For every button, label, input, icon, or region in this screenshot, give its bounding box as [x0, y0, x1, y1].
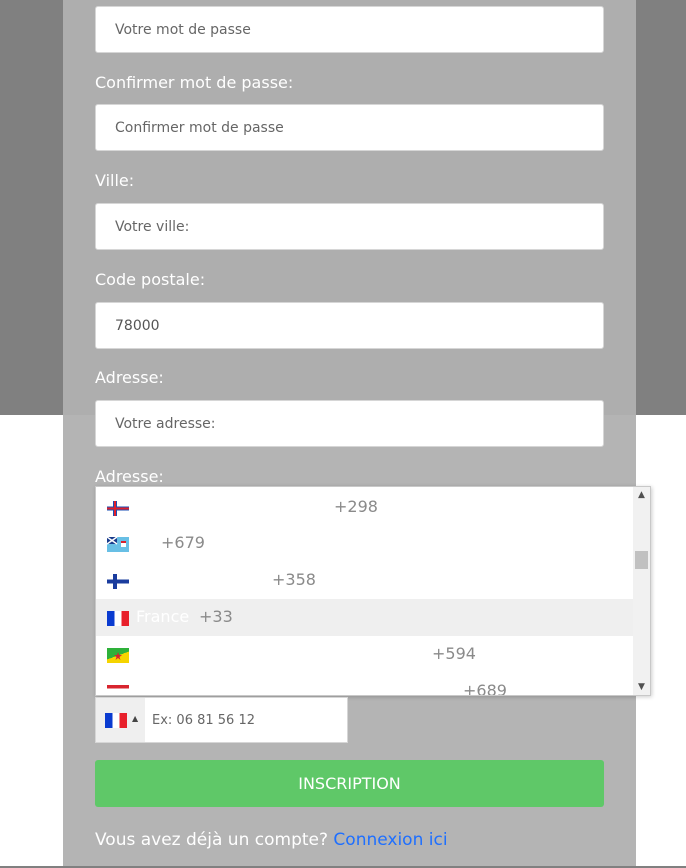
address-input[interactable] — [95, 400, 604, 447]
country-dial-code: +358 — [272, 570, 316, 589]
scroll-up-arrow-icon[interactable]: ▲ — [633, 487, 650, 503]
confirm-password-label: Confirmer mot de passe: — [95, 73, 294, 92]
country-item-finland[interactable]: +358 — [96, 562, 633, 599]
login-prompt: Vous avez déjà un compte? Connexion ici — [95, 830, 448, 850]
login-prompt-text: Vous avez déjà un compte? — [95, 830, 329, 850]
country-item-faroe-islands[interactable]: +298 — [96, 489, 633, 526]
france-flag-icon — [105, 713, 127, 728]
country-dial-code: +679 — [161, 533, 205, 552]
country-item-fiji[interactable]: +679 — [96, 525, 633, 562]
inscription-button[interactable]: INSCRIPTION — [95, 760, 604, 807]
phone-field: ▲ — [95, 697, 353, 743]
country-dropdown-list[interactable]: +298 +679 +358 France +33 +594 +689 ▲ ▼ — [95, 486, 651, 696]
confirm-password-input[interactable] — [95, 104, 604, 151]
zip-label: Code postale: — [95, 270, 206, 289]
country-item-france[interactable]: France +33 — [96, 599, 633, 636]
country-list-scrollbar[interactable]: ▲ ▼ — [633, 487, 650, 695]
country-dial-code: +33 — [199, 607, 233, 626]
fiji-flag-icon — [107, 537, 129, 552]
france-flag-icon — [107, 611, 129, 626]
zip-input[interactable] — [95, 302, 604, 349]
country-flag-selector[interactable]: ▲ — [96, 698, 145, 742]
phone-input[interactable] — [146, 698, 353, 742]
country-dial-code: +689 — [463, 681, 507, 696]
french-guiana-flag-icon — [107, 648, 129, 663]
password-input[interactable] — [95, 6, 604, 53]
finland-flag-icon — [107, 574, 129, 589]
country-name: France — [136, 607, 190, 626]
country-item-french-polynesia[interactable]: +689 — [96, 673, 633, 696]
french-polynesia-flag-icon — [107, 685, 129, 695]
country-item-french-guiana[interactable]: +594 — [96, 636, 633, 673]
login-link[interactable]: Connexion ici — [333, 830, 447, 850]
city-label: Ville: — [95, 171, 135, 190]
city-input[interactable] — [95, 203, 604, 250]
country-dial-code: +594 — [432, 644, 476, 663]
scroll-thumb[interactable] — [635, 551, 648, 569]
country-dial-code: +298 — [334, 497, 378, 516]
address-label: Adresse: — [95, 368, 164, 387]
caret-up-icon: ▲ — [132, 714, 139, 723]
phone-label: Adresse: — [95, 467, 164, 486]
scroll-down-arrow-icon[interactable]: ▼ — [633, 679, 650, 695]
faroe-islands-flag-icon — [107, 501, 129, 516]
